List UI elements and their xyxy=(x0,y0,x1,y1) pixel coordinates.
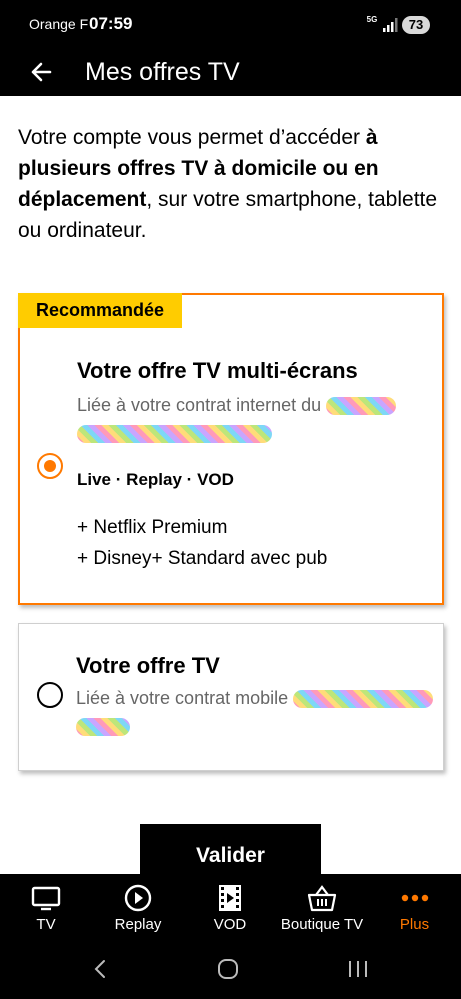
service-separator: · xyxy=(186,470,193,489)
clock: 07:59 xyxy=(89,14,133,33)
offer-card-tv[interactable]: Votre offre TV Liée à votre contrat mobi… xyxy=(18,623,444,771)
extra-netflix: + Netflix Premium xyxy=(77,517,228,538)
page-title: Mes offres TV xyxy=(85,58,240,86)
offer-description: Liée à votre contrat mobile xyxy=(76,685,438,737)
radio-offer-tv[interactable] xyxy=(37,682,63,708)
tv-icon xyxy=(31,886,61,911)
nav-label-tv: TV xyxy=(36,916,56,933)
nav-item-plus[interactable]: Plus xyxy=(368,874,461,940)
basket-icon xyxy=(307,885,337,912)
service-separator: · xyxy=(115,470,122,489)
nav-label-vod: VOD xyxy=(213,916,247,933)
nav-item-replay[interactable]: Replay xyxy=(92,874,184,940)
redacted-mark xyxy=(293,690,434,709)
nav-label-replay: Replay xyxy=(114,916,162,933)
more-dots-icon xyxy=(401,894,428,902)
redacted-mark xyxy=(76,718,130,737)
intro-text-part1: Votre compte vous permet d’accéder xyxy=(18,126,366,149)
nav-item-vod[interactable]: VOD xyxy=(184,874,276,940)
app-bar: Mes offres TV xyxy=(0,48,461,96)
offer-services: Live · Replay · VOD xyxy=(77,469,234,491)
system-back-icon[interactable] xyxy=(90,958,110,980)
nav-label-plus: Plus xyxy=(399,916,430,933)
signal-icon xyxy=(383,18,398,32)
redacted-mark xyxy=(326,397,397,416)
radio-offer-multi-ecrans[interactable] xyxy=(37,453,63,479)
network-type: 5G xyxy=(366,15,378,24)
recommended-badge: Recommandée xyxy=(18,293,182,328)
carrier-name: Orange F xyxy=(29,16,89,32)
offer-description: Liée à votre contrat internet du xyxy=(77,392,427,444)
offer-description-text: Liée à votre contrat internet du xyxy=(77,395,322,415)
system-recents-icon[interactable] xyxy=(347,958,369,980)
nav-item-boutique[interactable]: Boutique TV xyxy=(276,874,368,940)
status-bar: Orange F 07:59 5G 73 xyxy=(0,0,461,48)
intro-text: Votre compte vous permet d’accéder à plu… xyxy=(18,122,443,246)
service-vod: VOD xyxy=(197,470,234,489)
bottom-nav: TV Replay VOD Boutique TV Plus xyxy=(0,874,461,940)
nav-item-tv[interactable]: TV xyxy=(0,874,92,940)
film-icon xyxy=(219,885,241,911)
offer-card-multi-ecrans[interactable]: Recommandée Votre offre TV multi-écrans … xyxy=(18,293,444,605)
offer-title: Votre offre TV multi-écrans xyxy=(77,358,358,383)
system-nav-bar xyxy=(0,940,461,999)
validate-button[interactable]: Valider xyxy=(140,824,321,876)
back-arrow-icon[interactable] xyxy=(24,54,60,90)
offer-title: Votre offre TV xyxy=(76,653,220,678)
nav-label-boutique: Boutique TV xyxy=(280,916,364,933)
service-live: Live xyxy=(77,470,112,489)
extra-disney: + Disney+ Standard avec pub xyxy=(77,548,328,569)
service-replay: Replay xyxy=(126,470,182,489)
replay-play-icon xyxy=(124,884,152,912)
redacted-mark xyxy=(77,425,272,444)
offer-description-text: Liée à votre contrat mobile xyxy=(76,688,289,708)
battery-icon: 73 xyxy=(402,16,430,34)
system-home-icon[interactable] xyxy=(217,958,239,980)
